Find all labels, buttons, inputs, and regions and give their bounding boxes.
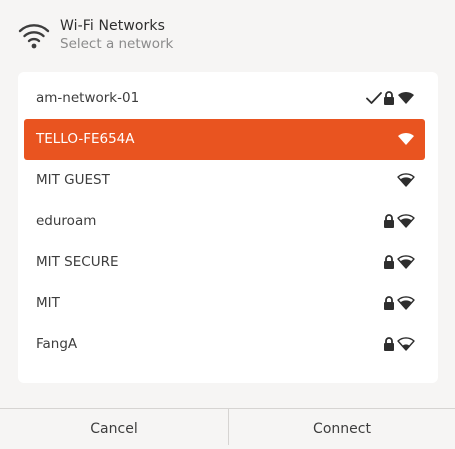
dialog-title: Wi-Fi Networks bbox=[60, 18, 165, 34]
connect-button[interactable]: Connect bbox=[229, 409, 455, 445]
network-row[interactable]: am-network-01 bbox=[24, 78, 425, 119]
lock-icon bbox=[384, 337, 394, 351]
wifi-signal-icon bbox=[398, 132, 414, 145]
network-row[interactable]: MIT SECURE bbox=[24, 242, 425, 283]
network-name: TELLO-FE654A bbox=[36, 131, 135, 147]
network-status-icons bbox=[345, 283, 425, 324]
lock-icon bbox=[384, 255, 394, 269]
network-name: eduroam bbox=[36, 213, 97, 229]
network-status-icons bbox=[345, 160, 425, 201]
dialog-footer: Cancel Connect bbox=[0, 408, 455, 445]
wifi-signal-icon bbox=[397, 255, 415, 269]
lock-icon bbox=[384, 296, 394, 310]
network-status-icons bbox=[345, 324, 425, 365]
network-name: FangA bbox=[36, 336, 78, 352]
network-status-icons bbox=[345, 78, 425, 119]
network-status-icons bbox=[345, 201, 425, 242]
network-list: am-network-01 TELLO-FE654A MIT GUEST eduroa… bbox=[24, 78, 425, 365]
dialog-header: Wi-Fi Networks Select a network bbox=[0, 0, 455, 60]
network-status-icons bbox=[345, 242, 425, 283]
network-row[interactable]: eduroam bbox=[24, 201, 425, 242]
network-row[interactable]: MIT GUEST bbox=[24, 160, 425, 201]
wifi-signal-icon bbox=[397, 173, 415, 187]
checkmark-icon bbox=[366, 92, 382, 104]
wifi-icon bbox=[18, 24, 50, 49]
network-name: MIT GUEST bbox=[36, 172, 110, 188]
network-name: MIT SECURE bbox=[36, 254, 119, 270]
network-list-panel: am-network-01 TELLO-FE654A MIT GUEST eduroa… bbox=[18, 72, 438, 383]
cancel-button[interactable]: Cancel bbox=[0, 409, 229, 445]
network-row[interactable]: MIT bbox=[24, 283, 425, 324]
dialog-subtitle: Select a network bbox=[60, 36, 174, 52]
network-row[interactable]: FangA bbox=[24, 324, 425, 365]
wifi-signal-icon bbox=[398, 91, 414, 104]
lock-icon bbox=[384, 91, 394, 105]
network-name: MIT bbox=[36, 295, 60, 311]
network-status-icons bbox=[345, 119, 425, 160]
network-name: am-network-01 bbox=[36, 90, 140, 106]
lock-icon bbox=[384, 214, 394, 228]
network-row[interactable]: TELLO-FE654A bbox=[24, 119, 425, 160]
wifi-signal-icon bbox=[397, 214, 415, 228]
wifi-signal-icon bbox=[397, 296, 415, 310]
wifi-signal-icon bbox=[397, 337, 415, 351]
